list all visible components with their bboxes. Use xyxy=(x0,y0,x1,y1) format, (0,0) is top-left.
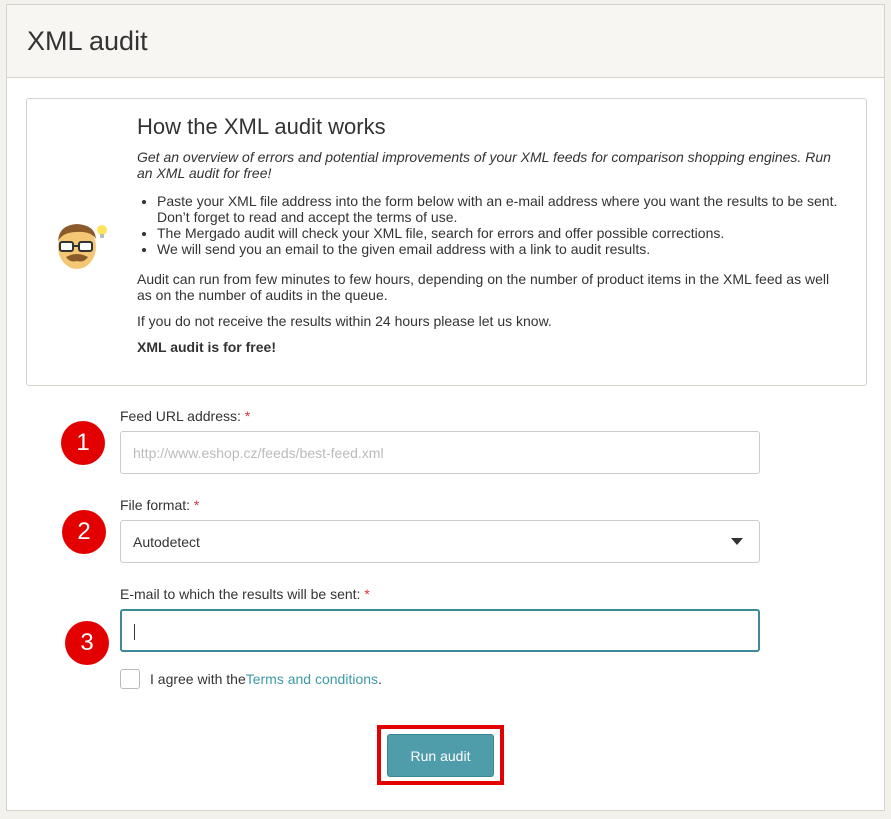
file-format-select[interactable]: Autodetect xyxy=(120,520,760,563)
page-header: XML audit xyxy=(7,5,884,78)
info-free-note: XML audit is for free! xyxy=(137,339,276,355)
email-label-text: E-mail to which the results will be sent… xyxy=(120,586,361,602)
text-cursor xyxy=(134,624,135,640)
email-label: E-mail to which the results will be sent… xyxy=(120,586,370,602)
info-intro: Get an overview of errors and potential … xyxy=(137,149,831,181)
feed-url-input[interactable] xyxy=(120,431,760,474)
email-input[interactable] xyxy=(120,609,760,652)
list-item: The Mergado audit will check your XML fi… xyxy=(157,225,847,241)
run-audit-button[interactable]: Run audit xyxy=(387,734,494,777)
terms-agree-row: I agree with the Terms and conditions . xyxy=(120,669,382,689)
info-steps-list: Paste your XML file address into the for… xyxy=(137,193,847,257)
file-format-label-text: File format: xyxy=(120,497,191,513)
file-format-label: File format: * xyxy=(120,497,199,513)
nerd-mascot-icon xyxy=(58,224,107,269)
step-marker-1: 1 xyxy=(61,421,105,465)
terms-suffix-text: . xyxy=(378,671,382,687)
required-asterisk: * xyxy=(364,586,370,602)
step-marker-2: 2 xyxy=(62,510,106,554)
feed-url-label-text: Feed URL address: xyxy=(120,408,241,424)
caret-down-icon xyxy=(731,538,743,545)
step-marker-3: 3 xyxy=(65,621,109,665)
terms-link[interactable]: Terms and conditions xyxy=(246,671,378,687)
terms-prefix-text: I agree with the xyxy=(150,671,246,687)
page-title: XML audit xyxy=(27,25,148,56)
terms-checkbox[interactable] xyxy=(120,669,140,689)
list-item: Paste your XML file address into the for… xyxy=(157,193,847,225)
list-item: We will send you an email to the given e… xyxy=(157,241,847,257)
info-title: How the XML audit works xyxy=(137,114,386,139)
file-format-selected-value: Autodetect xyxy=(133,533,200,550)
required-asterisk: * xyxy=(244,408,251,424)
info-contact-text: If you do not receive the results within… xyxy=(137,313,552,329)
info-box: How the XML audit works Get an overview … xyxy=(26,98,867,386)
info-content: How the XML audit works Get an overview … xyxy=(137,114,847,356)
feed-url-label: Feed URL address: * xyxy=(120,408,250,424)
required-asterisk: * xyxy=(193,497,200,513)
info-duration-text: Audit can run from few minutes to few ho… xyxy=(137,271,830,303)
